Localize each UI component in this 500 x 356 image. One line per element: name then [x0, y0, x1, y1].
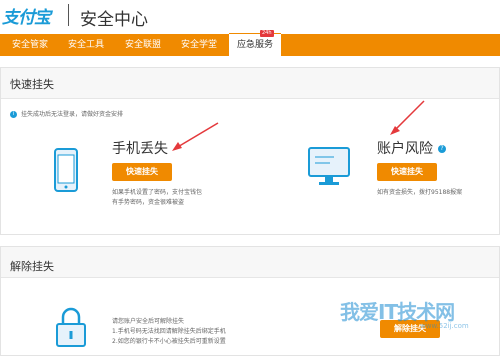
panel-header [1, 68, 499, 99]
annotation-arrow-2 [390, 100, 425, 135]
phone-lost-desc: 如果手机设置了密码，支付宝钱包 有手势密码，资金很难被盗 [112, 188, 202, 208]
alipay-logo[interactable]: 支付宝 [2, 3, 51, 28]
info-icon: i [10, 111, 17, 118]
unlock-desc: 请您账户安全后可解除挂失 1.手机号码无法找回请解除挂失后绑定手机 2.如您的银… [112, 317, 226, 347]
phone-lost-desc-line-1: 如果手机设置了密码，支付宝钱包 [112, 189, 203, 196]
lock-icon [56, 307, 86, 347]
main-nav: 安全管家 安全工具 安全联盟 安全学堂 应急服务 [0, 33, 500, 58]
header-divider [68, 4, 69, 26]
header: 支付宝 安全中心 [0, 0, 500, 34]
phone-icon [54, 148, 78, 192]
quick-loss-title: 快速挂失 [10, 78, 54, 91]
account-risk-desc: 如有资金损失，拨打95188报案 [377, 189, 463, 196]
account-risk-title: 账户风险? [377, 138, 446, 158]
nav-badge: 24h [260, 30, 274, 37]
nav-item-security-tools[interactable]: 安全工具 [68, 34, 104, 56]
nav-item-security-alliance[interactable]: 安全联盟 [125, 34, 161, 56]
watermark: 我爱IT技术网 [340, 300, 455, 324]
notice: i 挂失成功后无法登录，请做好资金安排 [10, 109, 123, 118]
monitor-icon [308, 147, 350, 185]
unlock-desc-line-1: 请您账户安全后可解除挂失 [112, 318, 185, 325]
nav-item-security-butler[interactable]: 安全管家 [12, 34, 48, 56]
watermark-url: www.52ij.com [420, 322, 469, 330]
help-icon[interactable]: ? [438, 145, 446, 153]
account-quick-loss-button[interactable]: 快速挂失 [377, 163, 437, 181]
phone-lost-title: 手机丢失 [112, 141, 168, 157]
nav-item-security-school[interactable]: 安全学堂 [181, 34, 217, 56]
annotation-arrow-1 [172, 122, 219, 151]
phone-quick-loss-button[interactable]: 快速挂失 [112, 163, 172, 181]
unlock-title: 解除挂失 [10, 260, 54, 273]
account-risk-title-text: 账户风险 [377, 141, 433, 157]
page-title: 安全中心 [80, 10, 148, 30]
unlock-desc-line-3: 2.如您的银行卡不小心被挂失后可重新设置 [112, 338, 226, 345]
panel-header [1, 247, 499, 278]
unlock-desc-line-2: 1.手机号码无法找回请解除挂失后绑定手机 [112, 328, 226, 335]
phone-lost-desc-line-2: 有手势密码，资金很难被盗 [112, 199, 185, 206]
notice-text: 挂失成功后无法登录，请做好资金安排 [21, 111, 124, 118]
